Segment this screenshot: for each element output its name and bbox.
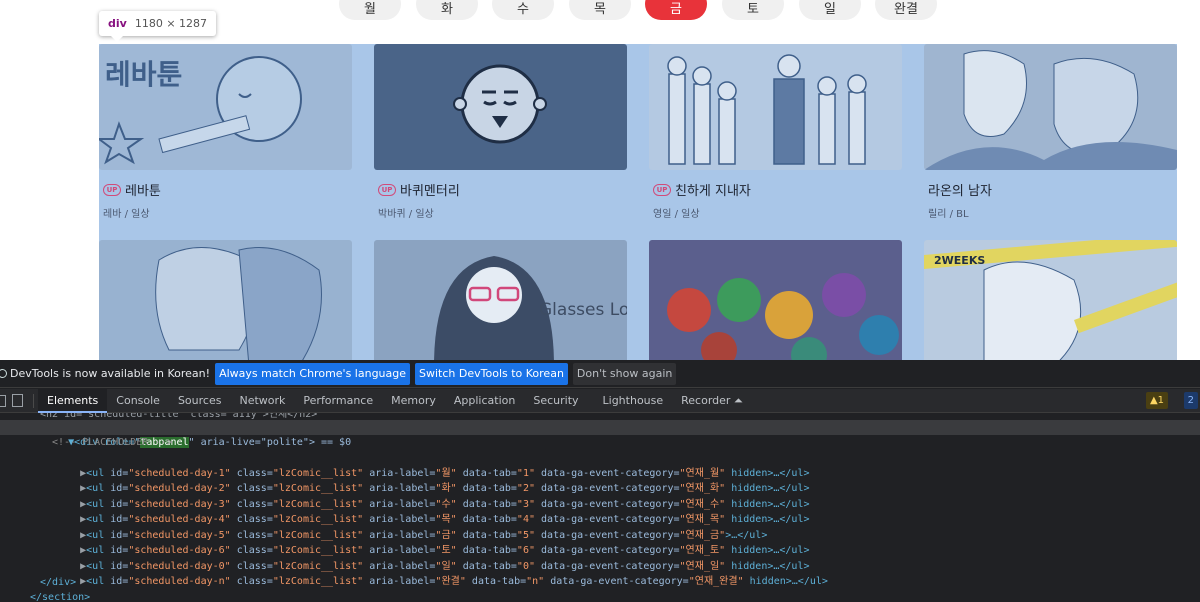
svg-text:Glasses Lovers: Glasses Lovers xyxy=(539,300,627,320)
dom-line-ul[interactable]: ▶<ul id="scheduled-day-0" class="lzComic… xyxy=(44,544,809,572)
comic-thumbnail xyxy=(649,44,902,170)
comic-title[interactable]: UP 레바툰 xyxy=(103,180,161,199)
tab-performance[interactable]: Performance xyxy=(294,389,382,413)
up-badge: UP xyxy=(378,183,396,196)
comic-thumbnail xyxy=(99,240,352,360)
devtools-panel: DevTools is now available in Korean! Alw… xyxy=(0,360,1200,602)
inspected-element-highlight: 레바툰 UP 레바툰 레바 / 일상 UP 바퀴멘터리 박바퀴 / 일상 UP … xyxy=(99,44,1177,360)
dom-line-tabpanel[interactable]: ▼<div role="tabpanel" aria-live="polite"… xyxy=(0,420,1200,448)
dont-show-again-button[interactable]: Don't show again xyxy=(572,362,677,385)
tab-console[interactable]: Console xyxy=(107,389,169,413)
elements-tree: <h2 id="scheduled-title" class="a11y">연재… xyxy=(0,413,1200,602)
comic-meta: 박바퀴 / 일상 xyxy=(378,209,434,220)
webpage-viewport: 월 화 수 목 금 토 일 완결 레바툰 UP 레바툰 레바 / 일상 UP 바… xyxy=(0,0,1200,360)
dom-line-ul[interactable]: ▶<ul id="scheduled-day-6" class="lzComic… xyxy=(44,528,809,556)
dom-line-ul[interactable]: ▶<ul id="scheduled-day-2" class="lzComic… xyxy=(44,466,809,494)
comic-meta: 레바 / 일상 xyxy=(103,209,150,220)
day-tab-sat[interactable]: 토 xyxy=(722,0,784,20)
svg-text:2WEEKS: 2WEEKS xyxy=(934,254,985,267)
element-inspect-tooltip: div 1180 × 1287 xyxy=(99,11,217,42)
dom-line-div-close[interactable]: </div> xyxy=(40,575,76,590)
day-tab-wed[interactable]: 수 xyxy=(492,0,554,20)
divider xyxy=(33,393,34,408)
comic-thumbnail: 레바툰 xyxy=(99,44,352,170)
up-badge: UP xyxy=(103,183,121,196)
dom-line-ul[interactable]: ▶<ul id="scheduled-day-3" class="lzComic… xyxy=(44,482,809,510)
comic-thumbnail: Glasses Lovers xyxy=(374,240,627,360)
tab-security[interactable]: Security xyxy=(524,389,587,413)
dom-line-ul[interactable]: ▶<ul id="scheduled-day-4" class="lzComic… xyxy=(44,497,809,525)
comic-meta: 릴리 / BL xyxy=(928,209,969,220)
match-language-button[interactable]: Always match Chrome's language xyxy=(215,362,411,385)
tab-network[interactable]: Network xyxy=(230,389,294,413)
day-tab-fri[interactable]: 금 xyxy=(645,0,707,20)
day-tab-thu[interactable]: 목 xyxy=(569,0,631,20)
comic-title[interactable]: UP 바퀴멘터리 xyxy=(378,180,460,199)
comic-thumbnail xyxy=(924,44,1177,170)
dom-line-ul[interactable]: ▶<ul id="scheduled-day-1" class="lzComic… xyxy=(44,451,809,479)
tab-memory[interactable]: Memory xyxy=(382,389,445,413)
comic-meta: 영일 / 일상 xyxy=(653,209,700,220)
messages-badge[interactable]: 2 xyxy=(1183,392,1198,409)
dom-line-ul[interactable]: ▶<ul id="scheduled-day-n" class="lzComic… xyxy=(44,559,828,587)
infobar-message: DevTools is now available in Korean! xyxy=(10,367,211,380)
svg-text:레바툰: 레바툰 xyxy=(105,58,182,91)
tab-application[interactable]: Application xyxy=(445,389,524,413)
inspect-icon[interactable] xyxy=(0,394,6,407)
dom-line-ul[interactable]: ▶<ul id="scheduled-day-5" class="lzComic… xyxy=(44,513,767,541)
comic-thumbnail xyxy=(374,44,627,170)
day-tab-complete[interactable]: 완결 xyxy=(875,0,937,20)
switch-language-button[interactable]: Switch DevTools to Korean xyxy=(415,362,568,385)
tab-elements[interactable]: Elements xyxy=(38,388,108,413)
day-tab-tue[interactable]: 화 xyxy=(416,0,478,20)
tab-recorder[interactable]: Recorder ⏶ xyxy=(672,389,752,413)
comic-thumbnail xyxy=(649,240,902,360)
day-tab-mon[interactable]: 월 xyxy=(339,0,401,20)
info-icon xyxy=(0,369,7,378)
tab-lighthouse[interactable]: Lighthouse xyxy=(594,389,673,413)
comic-title[interactable]: UP 친하게 지내자 xyxy=(653,180,751,199)
dom-line-section-close[interactable]: </section> xyxy=(30,590,90,602)
tab-sources[interactable]: Sources xyxy=(169,389,231,413)
language-infobar: DevTools is now available in Korean! Alw… xyxy=(0,360,1200,388)
warnings-badge[interactable]: ▲1 xyxy=(1145,392,1168,409)
comic-title[interactable]: 라온의 남자 xyxy=(928,180,992,199)
device-toolbar-icon[interactable] xyxy=(12,394,23,407)
up-badge: UP xyxy=(653,183,671,196)
dom-line-comment[interactable]: <!-- PLACEHOLDER --> xyxy=(52,435,172,450)
day-tab-sun[interactable]: 일 xyxy=(799,0,861,20)
comic-thumbnail: 2WEEKS xyxy=(924,240,1177,360)
devtools-tabbar: Elements Console Sources Network Perform… xyxy=(0,388,1200,413)
